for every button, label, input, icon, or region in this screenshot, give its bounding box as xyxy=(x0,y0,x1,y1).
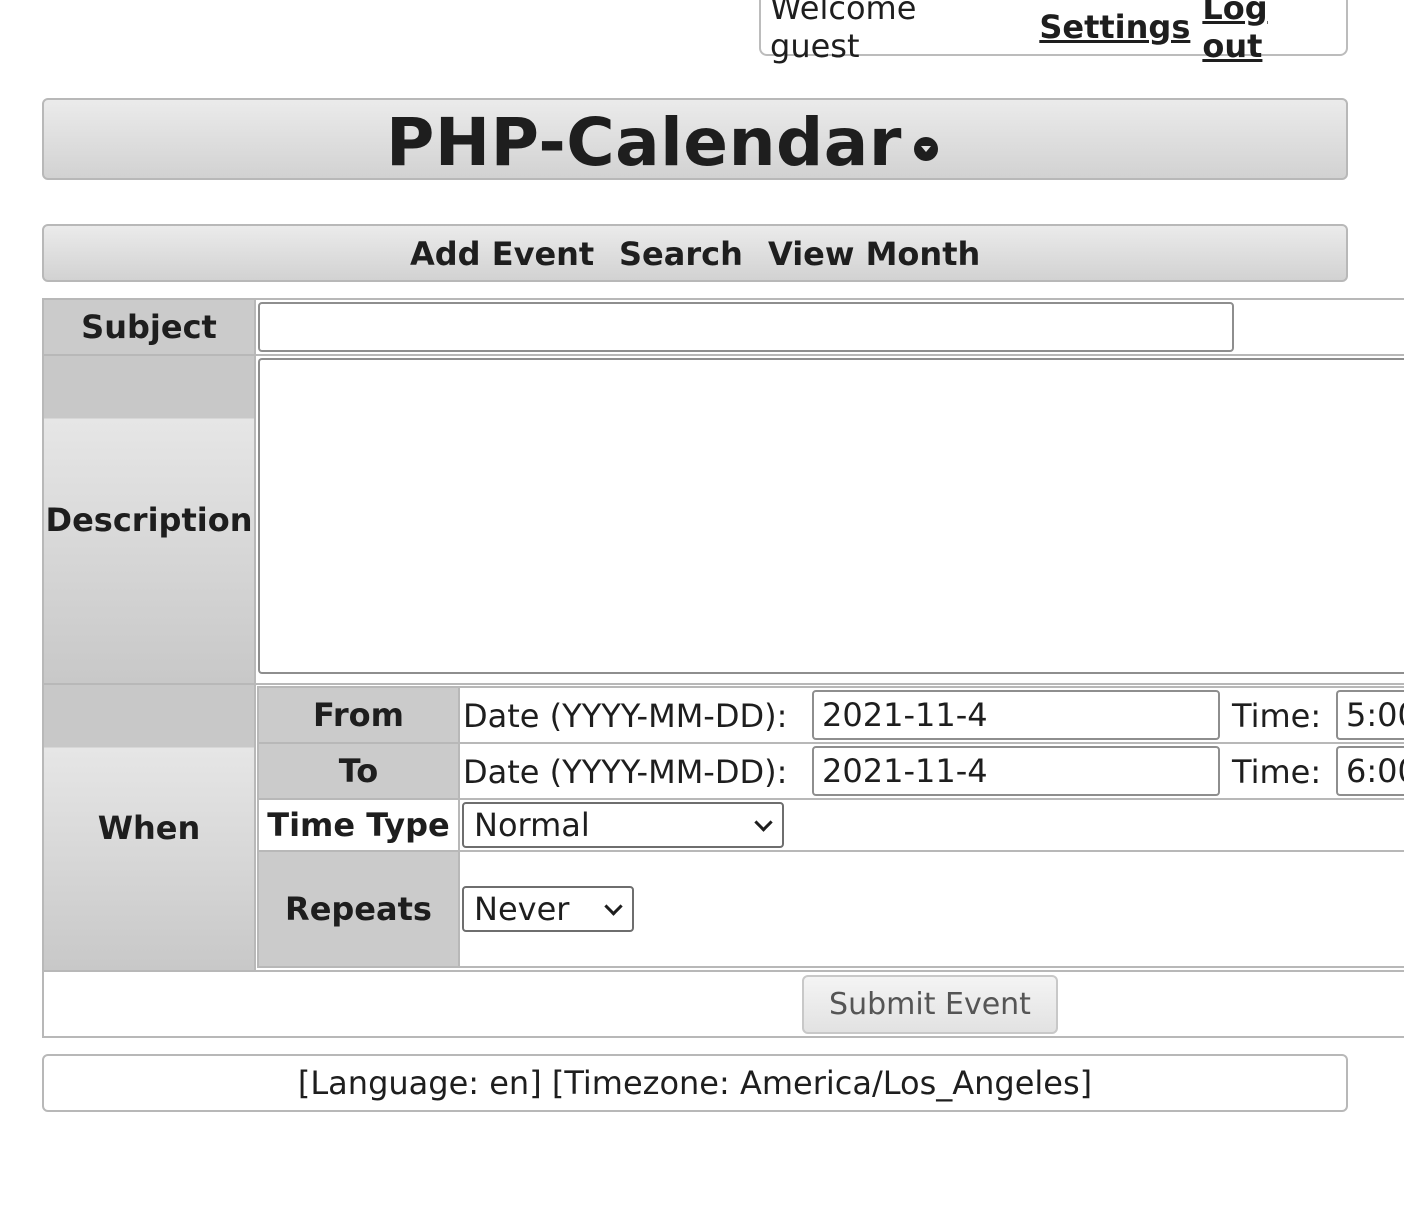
description-label-text: Description xyxy=(45,500,253,539)
to-date-label: Date (YYYY-MM-DD): xyxy=(463,753,788,791)
chevron-down-icon xyxy=(754,813,773,832)
settings-link[interactable]: Settings xyxy=(1039,8,1190,46)
to-time-label: Time: xyxy=(1232,753,1322,791)
from-time-label: Time: xyxy=(1232,697,1322,735)
from-label: From xyxy=(259,688,458,742)
nav-view-month[interactable]: View Month xyxy=(768,235,980,273)
description-textarea[interactable] xyxy=(258,358,1404,674)
nav-add-event[interactable]: Add Event xyxy=(410,235,594,273)
submit-event-button[interactable]: Submit Event xyxy=(802,975,1058,1034)
when-column-divider xyxy=(458,688,460,966)
description-label: Description xyxy=(44,356,254,683)
repeats-value: Never xyxy=(474,890,570,928)
to-time-input[interactable]: 6:00 xyxy=(1336,746,1404,796)
to-date-input[interactable]: 2021-11-4 xyxy=(812,746,1220,796)
nav-search[interactable]: Search xyxy=(619,235,743,273)
label-column-divider xyxy=(254,300,256,970)
repeats-select[interactable]: Never xyxy=(462,886,634,932)
subject-label: Subject xyxy=(44,300,254,354)
calendar-banner: PHP-Calendar xyxy=(42,98,1348,181)
logout-link[interactable]: Log out xyxy=(1202,0,1334,65)
chevron-down-circle-icon[interactable] xyxy=(914,137,938,161)
chevron-down-icon xyxy=(604,897,623,916)
time-type-select[interactable]: Normal xyxy=(462,802,784,848)
time-type-value: Normal xyxy=(474,806,590,844)
when-label: When xyxy=(44,685,254,970)
user-bar: Welcome guest Settings Log out xyxy=(759,0,1348,65)
when-label-text: When xyxy=(97,808,201,847)
from-date-label: Date (YYYY-MM-DD): xyxy=(463,697,788,735)
from-time-input[interactable]: 5:00 xyxy=(1336,690,1404,740)
footer-info: [Language: en] [Timezone: America/Los_An… xyxy=(42,1054,1348,1112)
welcome-text: Welcome guest xyxy=(770,0,917,65)
main-nav: Add Event Search View Month xyxy=(42,224,1348,282)
time-type-label: Time Type xyxy=(259,800,458,850)
to-label: To xyxy=(259,744,458,798)
repeats-label: Repeats xyxy=(259,852,458,966)
row-divider xyxy=(44,970,1404,972)
subject-input[interactable] xyxy=(258,302,1234,352)
from-date-input[interactable]: 2021-11-4 xyxy=(812,690,1220,740)
page-title: PHP-Calendar xyxy=(386,104,902,181)
